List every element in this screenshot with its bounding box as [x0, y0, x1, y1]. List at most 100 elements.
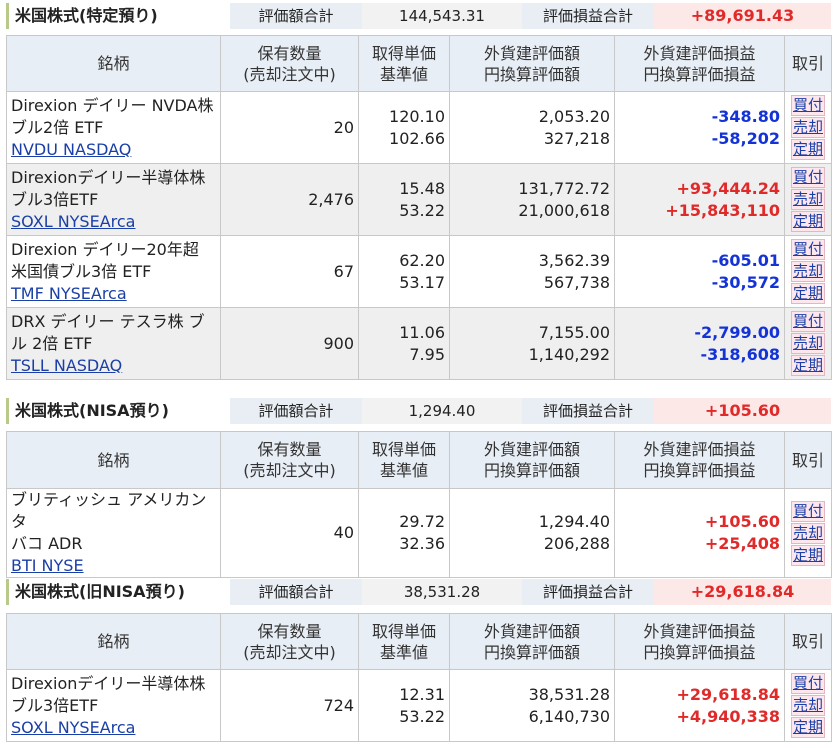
recurring-link[interactable]: 定期 — [791, 355, 825, 376]
action-cell: 買付 売却 定期 — [784, 669, 832, 742]
recurring-link[interactable]: 定期 — [791, 139, 825, 160]
qty-cell: 67 — [220, 235, 359, 308]
col-header-pl: 外貨建評価損益 円換算評価損益 — [614, 35, 785, 92]
col-header-action: 取引 — [784, 431, 832, 489]
cost-cell: 29.72 32.36 — [358, 488, 450, 578]
sell-link[interactable]: 売却 — [791, 695, 825, 716]
col-header-action: 取引 — [784, 613, 832, 670]
action-cell: 買付 売却 定期 — [784, 91, 832, 164]
table-row: Direxionデイリー半導体株 ブル3倍ETF SOXL NYSEArca 724… — [6, 669, 832, 742]
eval-total-value: 38,531.28 — [362, 579, 522, 605]
security-name-cell: Direxion デイリー NVDA株 ブル2倍 ETF NVDU NASDAQ — [6, 91, 221, 164]
gain-total-value: +105.60 — [654, 398, 831, 424]
value-cell: 131,772.72 21,000,618 — [449, 163, 615, 236]
table-row: Direxion デイリー20年超 米国債ブル3倍 ETF TMF NYSEArca… — [6, 235, 832, 308]
col-header-cost: 取得単価 基準値 — [358, 35, 450, 92]
cost-cell: 11.06 7.95 — [358, 307, 450, 380]
col-header-qty: 保有数量 (売却注文中) — [220, 431, 359, 489]
qty-cell: 900 — [220, 307, 359, 380]
cost-cell: 12.31 53.22 — [358, 669, 450, 742]
symbol-link[interactable]: TSLL NASDAQ — [11, 355, 216, 377]
security-name-cell: Direxionデイリー半導体株 ブル3倍ETF SOXL NYSEArca — [6, 163, 221, 236]
gain-total-value: +29,618.84 — [654, 579, 831, 605]
col-header-qty: 保有数量 (売却注文中) — [220, 613, 359, 670]
eval-total-value: 144,543.31 — [362, 3, 522, 29]
table-row: Direxionデイリー半導体株 ブル3倍ETF SOXL NYSEArca 2,4… — [6, 163, 832, 236]
section-title: 米国株式(NISA預り) — [6, 398, 230, 424]
col-header-name: 銘柄 — [6, 613, 221, 670]
gain-total-value: +89,691.43 — [654, 3, 831, 29]
section-title: 米国株式(旧NISA預り) — [6, 579, 230, 605]
holdings-table-nisa: 銘柄 保有数量 (売却注文中) 取得単価 基準値 外貨建評価額 円換算評価額 外貨建評… — [6, 431, 832, 578]
buy-link[interactable]: 買付 — [791, 95, 825, 116]
eval-total-value: 1,294.40 — [362, 398, 522, 424]
cost-cell: 15.48 53.22 — [358, 163, 450, 236]
symbol-link[interactable]: NVDU NASDAQ — [11, 139, 216, 161]
table-row: ブリティッシュ アメリカン タバコ ADR BTI NYSE 40 29.72 32… — [6, 488, 832, 578]
security-name-cell: ブリティッシュ アメリカン タバコ ADR BTI NYSE — [6, 488, 221, 578]
gain-total-label: 評価損益合計 — [522, 398, 654, 424]
security-name-cell: Direxion デイリー20年超 米国債ブル3倍 ETF TMF NYSEArca — [6, 235, 221, 308]
pl-cell: -2,799.00 -318,608 — [614, 307, 785, 380]
value-cell: 3,562.39 567,738 — [449, 235, 615, 308]
col-header-qty: 保有数量 (売却注文中) — [220, 35, 359, 92]
symbol-link[interactable]: SOXL NYSEArca — [11, 211, 216, 233]
qty-cell: 40 — [220, 488, 359, 578]
security-name-cell: Direxionデイリー半導体株 ブル3倍ETF SOXL NYSEArca — [6, 669, 221, 742]
buy-link[interactable]: 買付 — [791, 311, 825, 332]
action-cell: 買付 売却 定期 — [784, 163, 832, 236]
section-header-tokutei: 米国株式(特定預り) 評価額合計 144,543.31 評価損益合計 +89,6… — [6, 3, 831, 29]
symbol-link[interactable]: TMF NYSEArca — [11, 283, 216, 305]
qty-cell: 20 — [220, 91, 359, 164]
recurring-link[interactable]: 定期 — [791, 544, 825, 566]
col-header-name: 銘柄 — [6, 431, 221, 489]
col-header-value: 外貨建評価額 円換算評価額 — [449, 431, 615, 489]
recurring-link[interactable]: 定期 — [791, 211, 825, 232]
pl-cell: +29,618.84 +4,940,338 — [614, 669, 785, 742]
sell-link[interactable]: 売却 — [791, 189, 825, 210]
col-header-action: 取引 — [784, 35, 832, 92]
table-row: DRX デイリー テスラ株 ブル 2倍 ETF TSLL NASDAQ 900 1… — [6, 307, 832, 380]
col-header-name: 銘柄 — [6, 35, 221, 92]
security-name-cell: DRX デイリー テスラ株 ブル 2倍 ETF TSLL NASDAQ — [6, 307, 221, 380]
recurring-link[interactable]: 定期 — [791, 717, 825, 738]
sell-link[interactable]: 売却 — [791, 522, 825, 544]
sell-link[interactable]: 売却 — [791, 261, 825, 282]
buy-link[interactable]: 買付 — [791, 167, 825, 188]
col-header-pl: 外貨建評価損益 円換算評価損益 — [614, 613, 785, 670]
section-title: 米国株式(特定預り) — [6, 3, 230, 29]
pl-cell: +93,444.24 +15,843,110 — [614, 163, 785, 236]
col-header-value: 外貨建評価額 円換算評価額 — [449, 35, 615, 92]
section-header-old-nisa: 米国株式(旧NISA預り) 評価額合計 38,531.28 評価損益合計 +29… — [6, 579, 831, 605]
cost-cell: 62.20 53.17 — [358, 235, 450, 308]
sell-link[interactable]: 売却 — [791, 333, 825, 354]
buy-link[interactable]: 買付 — [791, 239, 825, 260]
qty-cell: 724 — [220, 669, 359, 742]
pl-cell: +105.60 +25,408 — [614, 488, 785, 578]
pl-cell: -605.01 -30,572 — [614, 235, 785, 308]
gain-total-label: 評価損益合計 — [522, 579, 654, 605]
symbol-link[interactable]: SOXL NYSEArca — [11, 717, 216, 739]
buy-link[interactable]: 買付 — [791, 500, 825, 522]
sell-link[interactable]: 売却 — [791, 117, 825, 138]
symbol-link[interactable]: BTI NYSE — [11, 555, 216, 577]
value-cell: 1,294.40 206,288 — [449, 488, 615, 578]
col-header-cost: 取得単価 基準値 — [358, 613, 450, 670]
table-row: Direxion デイリー NVDA株 ブル2倍 ETF NVDU NASDAQ 2… — [6, 91, 832, 164]
eval-total-label: 評価額合計 — [230, 3, 362, 29]
col-header-pl: 外貨建評価損益 円換算評価損益 — [614, 431, 785, 489]
recurring-link[interactable]: 定期 — [791, 283, 825, 304]
pl-cell: -348.80 -58,202 — [614, 91, 785, 164]
holdings-table-old-nisa: 銘柄 保有数量 (売却注文中) 取得単価 基準値 外貨建評価額 円換算評価額 外貨建評… — [6, 613, 832, 742]
buy-link[interactable]: 買付 — [791, 673, 825, 694]
gain-total-label: 評価損益合計 — [522, 3, 654, 29]
action-cell: 買付 売却 定期 — [784, 235, 832, 308]
eval-total-label: 評価額合計 — [230, 579, 362, 605]
action-cell: 買付 売却 定期 — [784, 307, 832, 380]
value-cell: 38,531.28 6,140,730 — [449, 669, 615, 742]
action-cell: 買付 売却 定期 — [784, 488, 832, 578]
section-header-nisa: 米国株式(NISA預り) 評価額合計 1,294.40 評価損益合計 +105.… — [6, 398, 831, 424]
holdings-table-tokutei: 銘柄 保有数量 (売却注文中) 取得単価 基準値 外貨建評価額 円換算評価額 外貨建評… — [6, 35, 832, 380]
cost-cell: 120.10 102.66 — [358, 91, 450, 164]
col-header-value: 外貨建評価額 円換算評価額 — [449, 613, 615, 670]
